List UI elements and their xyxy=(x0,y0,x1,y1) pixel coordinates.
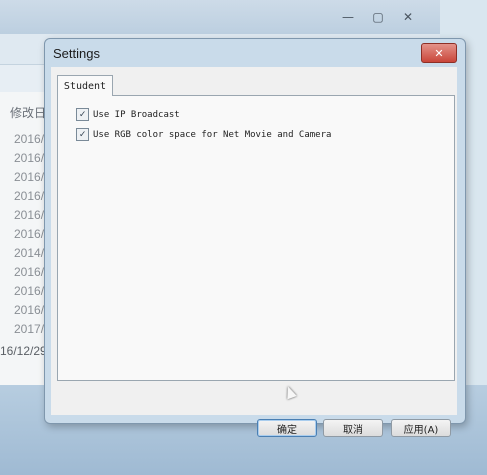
dialog-close-button[interactable]: ✕ xyxy=(421,43,457,63)
background-window-controls: — ▢ ✕ xyxy=(334,8,422,26)
ok-button[interactable]: 确定 xyxy=(257,419,317,437)
ip-broadcast-checkbox[interactable]: ✓ xyxy=(76,108,89,121)
dialog-title: Settings xyxy=(53,46,100,61)
list-item[interactable]: 2016/ xyxy=(14,303,44,317)
column-header-modified-date[interactable]: 修改日 xyxy=(10,104,46,121)
list-item[interactable]: 2016/ xyxy=(14,284,44,298)
settings-dialog: Settings ✕ Student ✓ Use IP Broadcast ✓ … xyxy=(44,38,466,437)
option-ip-broadcast[interactable]: ✓ Use IP Broadcast xyxy=(76,108,180,121)
rgb-color-space-checkbox[interactable]: ✓ xyxy=(76,128,89,141)
list-item[interactable]: 2014/ xyxy=(14,246,44,260)
dialog-client-area: Student ✓ Use IP Broadcast ✓ Use RGB col… xyxy=(51,67,457,437)
list-item[interactable]: 2016/ xyxy=(14,151,44,165)
maximize-icon[interactable]: ▢ xyxy=(364,8,392,26)
student-tab-panel: ✓ Use IP Broadcast ✓ Use RGB color space… xyxy=(57,95,455,381)
ip-broadcast-label: Use IP Broadcast xyxy=(93,109,180,120)
apply-button[interactable]: 应用(A) xyxy=(391,419,451,437)
list-item[interactable]: 2016/ xyxy=(14,208,44,222)
close-icon[interactable]: ✕ xyxy=(394,8,422,26)
list-item[interactable]: 2016/ xyxy=(14,265,44,279)
tab-student[interactable]: Student xyxy=(57,75,113,96)
list-item[interactable]: 2016/ xyxy=(14,189,44,203)
list-item[interactable]: 2016/ xyxy=(14,170,44,184)
list-item[interactable]: 2016/ xyxy=(14,132,44,146)
option-rgb-color-space[interactable]: ✓ Use RGB color space for Net Movie and … xyxy=(76,128,331,141)
list-item[interactable]: 2017/ xyxy=(14,322,44,336)
cancel-button[interactable]: 取消 xyxy=(323,419,383,437)
minimize-icon[interactable]: — xyxy=(334,8,362,26)
background-titlebar: — ▢ ✕ xyxy=(0,0,440,34)
list-item[interactable]: 2016/ xyxy=(14,227,44,241)
rgb-color-space-label: Use RGB color space for Net Movie and Ca… xyxy=(93,129,332,140)
